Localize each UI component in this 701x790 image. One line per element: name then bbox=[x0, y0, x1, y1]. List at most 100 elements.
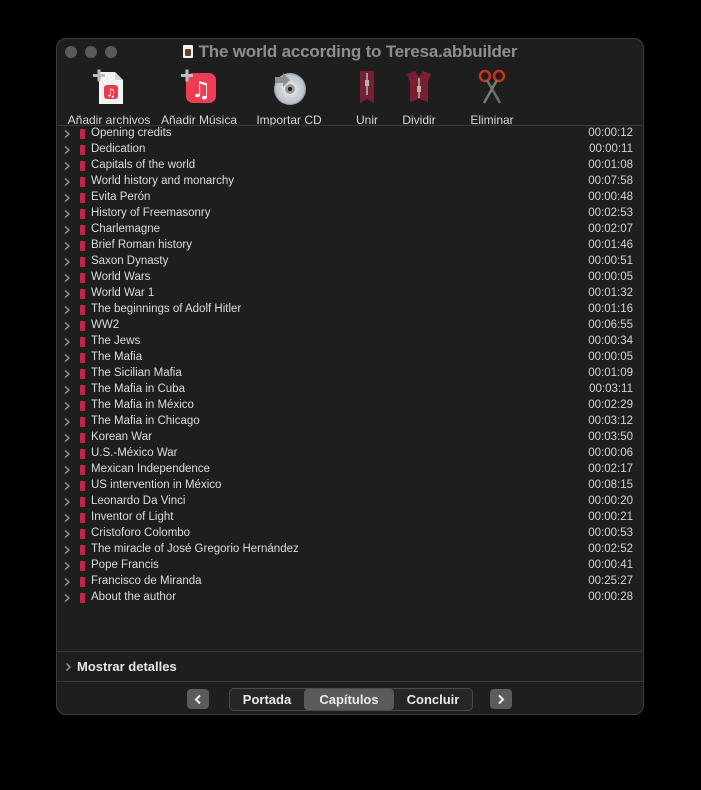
disclosure-chevron-icon[interactable] bbox=[62, 241, 72, 251]
chapter-row[interactable]: The beginnings of Adolf Hitler 00:01:16 bbox=[57, 302, 643, 318]
disclosure-chevron-icon[interactable] bbox=[62, 193, 72, 203]
chapter-row[interactable]: Leonardo Da Vinci 00:00:20 bbox=[57, 494, 643, 510]
tab-capitulos[interactable]: Capítulos bbox=[304, 689, 394, 710]
chapter-row[interactable]: The miracle of José Gregorio Hernández 00… bbox=[57, 542, 643, 558]
chapter-row[interactable]: Inventor of Light 00:00:21 bbox=[57, 510, 643, 526]
disclosure-chevron-icon[interactable] bbox=[62, 177, 72, 187]
chapter-row[interactable]: The Mafia in Chicago 00:03:12 bbox=[57, 414, 643, 430]
step-segmented-control: Portada Capítulos Concluir bbox=[229, 688, 473, 711]
chapter-bookmark-icon bbox=[80, 161, 85, 171]
disclosure-chevron-icon[interactable] bbox=[62, 257, 72, 267]
chapter-name: Pope Francis bbox=[91, 559, 159, 571]
chapter-row[interactable]: US intervention in México 00:08:15 bbox=[57, 478, 643, 494]
chapter-bookmark-icon bbox=[80, 545, 85, 555]
chapter-bookmark-icon bbox=[80, 401, 85, 411]
chapter-row[interactable]: Evita Perón 00:00:48 bbox=[57, 190, 643, 206]
chapter-duration: 00:06:55 bbox=[588, 319, 633, 331]
chapter-row[interactable]: The Mafia 00:00:05 bbox=[57, 350, 643, 366]
chapter-row[interactable]: About the author 00:00:28 bbox=[57, 590, 643, 606]
show-details-toggle[interactable]: Mostrar detalles bbox=[57, 653, 643, 681]
disclosure-chevron-icon[interactable] bbox=[62, 145, 72, 155]
list-divider bbox=[57, 651, 643, 652]
chapter-row[interactable]: Cristoforo Colombo 00:00:53 bbox=[57, 526, 643, 542]
disclosure-chevron-icon[interactable] bbox=[62, 465, 72, 475]
import-cd-button[interactable]: Importar CD bbox=[250, 67, 328, 127]
chapter-name: The miracle of José Gregorio Hernández bbox=[91, 543, 299, 555]
chapter-row[interactable]: Saxon Dynasty 00:00:51 bbox=[57, 254, 643, 270]
chapter-row[interactable]: History of Freemasonry 00:02:53 bbox=[57, 206, 643, 222]
chapter-row[interactable]: Capitals of the world 00:01:08 bbox=[57, 158, 643, 174]
disclosure-chevron-icon[interactable] bbox=[62, 129, 72, 139]
chapter-bookmark-icon bbox=[80, 193, 85, 203]
disclosure-chevron-icon[interactable] bbox=[62, 369, 72, 379]
disclosure-chevron-icon[interactable] bbox=[62, 513, 72, 523]
chapter-duration: 00:00:41 bbox=[588, 559, 633, 571]
chapter-row[interactable]: Dedication 00:00:11 bbox=[57, 142, 643, 158]
chapter-row[interactable]: World Wars 00:00:05 bbox=[57, 270, 643, 286]
chapter-duration: 00:00:21 bbox=[588, 511, 633, 523]
disclosure-chevron-icon[interactable] bbox=[62, 529, 72, 539]
disclosure-chevron-icon[interactable] bbox=[62, 593, 72, 603]
disclosure-chevron-icon[interactable] bbox=[62, 433, 72, 443]
chapter-row[interactable]: Brief Roman history 00:01:46 bbox=[57, 238, 643, 254]
previous-step-button[interactable] bbox=[187, 689, 209, 709]
chapter-row[interactable]: World War 1 00:01:32 bbox=[57, 286, 643, 302]
chapter-name: History of Freemasonry bbox=[91, 207, 211, 219]
disclosure-chevron-icon[interactable] bbox=[62, 497, 72, 507]
chapter-row[interactable]: Opening credits 00:00:12 bbox=[57, 126, 643, 142]
chapter-row[interactable]: Mexican Independence 00:02:17 bbox=[57, 462, 643, 478]
disclosure-chevron-icon[interactable] bbox=[62, 273, 72, 283]
disclosure-chevron-icon[interactable] bbox=[62, 401, 72, 411]
chapter-bookmark-icon bbox=[80, 369, 85, 379]
next-step-button[interactable] bbox=[490, 689, 512, 709]
disclosure-chevron-icon[interactable] bbox=[62, 385, 72, 395]
add-music-button[interactable]: ♫ Añadir Música bbox=[158, 67, 240, 127]
tab-portada[interactable]: Portada bbox=[230, 689, 304, 710]
chevron-left-icon bbox=[194, 694, 201, 704]
chapter-row[interactable]: WW2 00:06:55 bbox=[57, 318, 643, 334]
chapter-row[interactable]: World history and monarchy 00:07:58 bbox=[57, 174, 643, 190]
disclosure-chevron-icon[interactable] bbox=[62, 321, 72, 331]
chapter-row[interactable]: Charlemagne 00:02:07 bbox=[57, 222, 643, 238]
chapter-row[interactable]: The Sicilian Mafia 00:01:09 bbox=[57, 366, 643, 382]
split-zipper-icon bbox=[407, 71, 431, 102]
join-button[interactable]: Unir bbox=[347, 67, 387, 127]
disclosure-chevron-icon[interactable] bbox=[62, 337, 72, 347]
chapter-name: Saxon Dynasty bbox=[91, 255, 169, 267]
chapter-bookmark-icon bbox=[80, 529, 85, 539]
disclosure-chevron-icon[interactable] bbox=[62, 545, 72, 555]
chapter-row[interactable]: The Mafia in México 00:02:29 bbox=[57, 398, 643, 414]
chapter-row[interactable]: U.S.-México War 00:00:06 bbox=[57, 446, 643, 462]
tab-concluir[interactable]: Concluir bbox=[394, 689, 472, 710]
chapter-name: Mexican Independence bbox=[91, 463, 210, 475]
disclosure-chevron-icon[interactable] bbox=[62, 225, 72, 235]
chapter-name: Opening credits bbox=[91, 127, 172, 139]
chapter-list[interactable]: Opening credits 00:00:12 Dedication 00:00:1… bbox=[57, 126, 643, 651]
show-details-label: Mostrar detalles bbox=[77, 659, 177, 674]
disclosure-chevron-icon[interactable] bbox=[62, 161, 72, 171]
disclosure-chevron-icon[interactable] bbox=[62, 209, 72, 219]
chapter-row[interactable]: The Mafia in Cuba 00:03:11 bbox=[57, 382, 643, 398]
delete-button[interactable]: Eliminar bbox=[462, 67, 522, 127]
chapter-name: Capitals of the world bbox=[91, 159, 196, 171]
disclosure-chevron-icon[interactable] bbox=[62, 305, 72, 315]
disclosure-chevron-icon[interactable] bbox=[62, 417, 72, 427]
chapter-row[interactable]: Francisco de Miranda 00:25:27 bbox=[57, 574, 643, 590]
disclosure-chevron-icon[interactable] bbox=[62, 449, 72, 459]
chapter-duration: 00:02:53 bbox=[588, 207, 633, 219]
split-button[interactable]: Dividir bbox=[396, 67, 442, 127]
chapter-bookmark-icon bbox=[80, 209, 85, 219]
chapter-row[interactable]: The Jews 00:00:34 bbox=[57, 334, 643, 350]
chapter-name: Francisco de Miranda bbox=[91, 575, 202, 587]
chapter-name: World Wars bbox=[91, 271, 151, 283]
chapter-row[interactable]: Korean War 00:03:50 bbox=[57, 430, 643, 446]
disclosure-chevron-icon[interactable] bbox=[62, 289, 72, 299]
disclosure-chevron-icon[interactable] bbox=[62, 481, 72, 491]
disclosure-chevron-icon[interactable] bbox=[62, 353, 72, 363]
chapter-duration: 00:01:08 bbox=[588, 159, 633, 171]
chapter-name: Charlemagne bbox=[91, 223, 161, 235]
add-files-button[interactable]: ♫ Añadir archivos bbox=[66, 67, 152, 127]
chapter-row[interactable]: Pope Francis 00:00:41 bbox=[57, 558, 643, 574]
disclosure-chevron-icon[interactable] bbox=[62, 561, 72, 571]
disclosure-chevron-icon[interactable] bbox=[62, 577, 72, 587]
